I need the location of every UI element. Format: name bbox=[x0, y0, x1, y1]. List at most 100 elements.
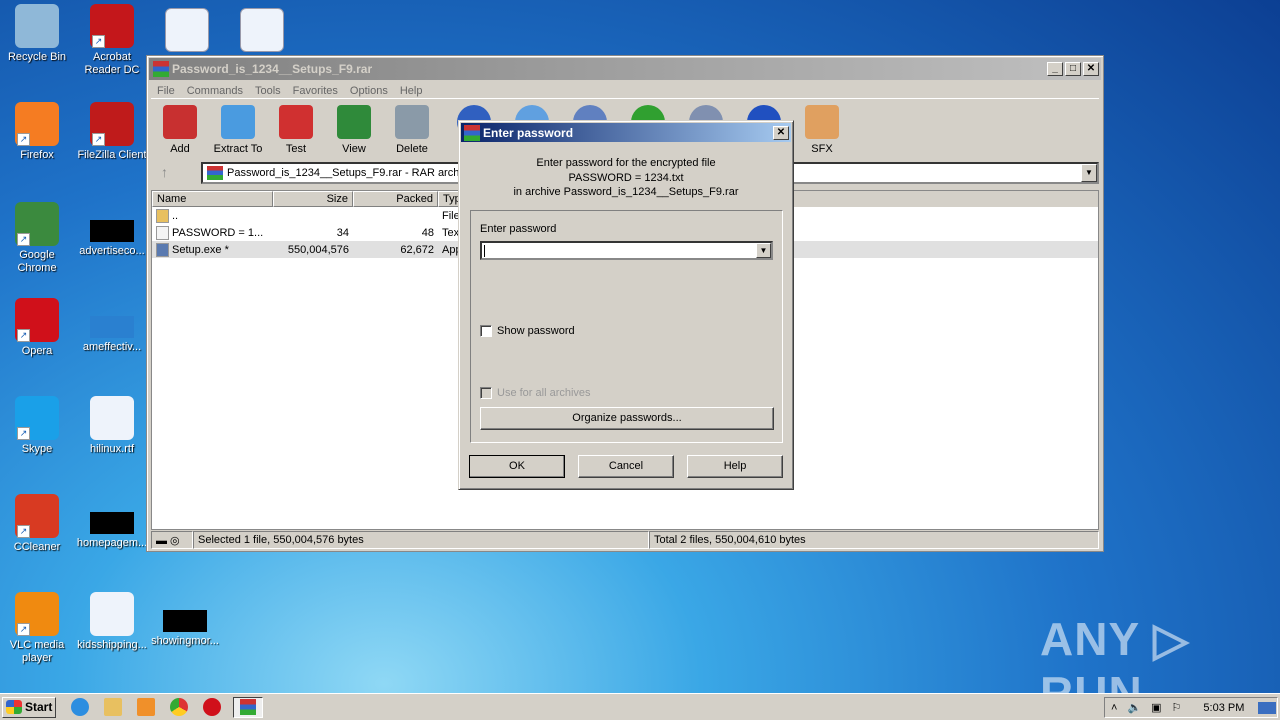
file-name-cell: PASSWORD = 1... bbox=[152, 225, 273, 240]
menu-commands[interactable]: Commands bbox=[181, 85, 249, 97]
desktop-icon[interactable]: ↗ Skype bbox=[0, 396, 74, 456]
organize-passwords-button[interactable]: Organize passwords... bbox=[480, 407, 774, 430]
desktop-word-icon[interactable] bbox=[225, 8, 299, 55]
start-button[interactable]: Start bbox=[2, 696, 56, 718]
toolbar-button[interactable]: SFX bbox=[793, 99, 851, 158]
desktop-icon-label: advertiseco... bbox=[79, 245, 145, 257]
file-name: Setup.exe * bbox=[172, 243, 229, 256]
taskbar: Start ˄ 🔈 ▣ ⚐ 5:03 PM bbox=[0, 693, 1280, 720]
ok-button[interactable]: OK bbox=[469, 455, 565, 478]
menu-favorites[interactable]: Favorites bbox=[287, 85, 344, 97]
column-header-packed[interactable]: Packed bbox=[353, 191, 438, 207]
extract-folder-icon bbox=[221, 105, 255, 139]
desktop-icon[interactable]: ameffectiv... bbox=[75, 298, 149, 354]
winrar-icon bbox=[240, 699, 256, 715]
volume-icon[interactable]: 🔈 bbox=[1127, 701, 1141, 714]
toolbar-button[interactable]: Delete bbox=[383, 99, 441, 158]
desktop-icon[interactable]: ↗ CCleaner bbox=[0, 494, 74, 554]
acrobat-icon: ↗ bbox=[90, 4, 134, 48]
toolbar-button-label: Extract To bbox=[213, 143, 263, 155]
desktop-icon[interactable]: advertiseco... bbox=[75, 202, 149, 258]
toolbar-button[interactable]: View bbox=[325, 99, 383, 158]
winrar-icon bbox=[464, 124, 480, 141]
taskbar-winrar-button[interactable] bbox=[233, 696, 263, 718]
column-header-size[interactable]: Size bbox=[273, 191, 353, 207]
cancel-button[interactable]: Cancel bbox=[578, 455, 674, 478]
close-button[interactable]: ✕ bbox=[1083, 62, 1099, 76]
address-dropdown[interactable]: ▼ bbox=[1081, 164, 1097, 182]
enter-password-dialog: Enter password ✕ Enter password for the … bbox=[458, 120, 794, 490]
dialog-title-bar[interactable]: Enter password ✕ bbox=[461, 123, 791, 142]
menu-help[interactable]: Help bbox=[394, 85, 429, 97]
dialog-title: Enter password bbox=[483, 125, 574, 140]
toolbar-button[interactable]: Extract To bbox=[209, 99, 267, 158]
ie-icon[interactable] bbox=[71, 698, 89, 716]
desktop-icon[interactable]: ↗ VLC media player bbox=[0, 592, 74, 665]
show-password-checkbox[interactable]: Show password bbox=[480, 325, 575, 337]
menu-file[interactable]: File bbox=[151, 85, 181, 97]
desktop-icon[interactable]: ↗ Acrobat Reader DC bbox=[75, 4, 149, 77]
minimize-button[interactable]: _ bbox=[1047, 62, 1063, 76]
file-name-cell: Setup.exe * bbox=[152, 242, 273, 257]
test-clipboard-icon bbox=[279, 105, 313, 139]
chrome-icon[interactable] bbox=[170, 698, 188, 716]
password-history-dropdown[interactable]: ▼ bbox=[756, 243, 771, 258]
desktop-word-icon[interactable] bbox=[150, 8, 224, 55]
menu-tools[interactable]: Tools bbox=[249, 85, 287, 97]
desktop-icon[interactable]: ↗ Firefox bbox=[0, 102, 74, 162]
menu-options[interactable]: Options bbox=[344, 85, 394, 97]
firefox-icon: ↗ bbox=[15, 102, 59, 146]
desktop-icon-label: Google Chrome bbox=[17, 249, 57, 274]
winrar-icon bbox=[153, 61, 169, 77]
opera-icon[interactable] bbox=[203, 698, 221, 716]
maximize-button[interactable]: □ bbox=[1065, 62, 1081, 76]
shortcut-arrow-icon: ↗ bbox=[17, 233, 30, 246]
shortcut-arrow-icon: ↗ bbox=[92, 133, 105, 146]
clock[interactable]: 5:03 PM bbox=[1203, 702, 1244, 714]
file-name: .. bbox=[172, 209, 179, 222]
desktop-icon[interactable]: homepagem... bbox=[75, 494, 149, 550]
network-warning-icon[interactable]: ▣ bbox=[1151, 701, 1161, 714]
desktop-icon[interactable]: showingmor... bbox=[148, 592, 222, 648]
desktop-icon[interactable]: hilinux.rtf bbox=[75, 396, 149, 456]
system-tray: ˄ 🔈 ▣ ⚐ 5:03 PM bbox=[1104, 697, 1278, 718]
message-line: Enter password for the encrypted file bbox=[536, 157, 716, 169]
dialog-close-button[interactable]: ✕ bbox=[773, 125, 789, 140]
help-button[interactable]: Help bbox=[687, 455, 783, 478]
desktop-icon-label: Acrobat Reader DC bbox=[84, 51, 140, 76]
password-input[interactable]: ▼ bbox=[480, 241, 773, 260]
column-header-name[interactable]: Name bbox=[152, 191, 273, 207]
media-player-icon[interactable] bbox=[137, 698, 155, 716]
explorer-icon[interactable] bbox=[104, 698, 122, 716]
shortcut-arrow-icon: ↗ bbox=[17, 623, 30, 636]
toolbar-button-label: SFX bbox=[811, 143, 833, 155]
dialog-message: Enter password for the encrypted file PA… bbox=[459, 156, 793, 200]
word-doc-icon bbox=[90, 592, 134, 636]
file-size: 34 bbox=[336, 226, 349, 239]
delete-trash-icon bbox=[395, 105, 429, 139]
desktop-icon[interactable]: kidsshipping... bbox=[75, 592, 149, 652]
ccleaner-icon: ↗ bbox=[15, 494, 59, 538]
show-desktop-icon[interactable] bbox=[1258, 701, 1277, 714]
desktop-icon[interactable]: ↗ Google Chrome bbox=[0, 202, 74, 275]
message-line: in archive Password_is_1234__Setups_F9.r… bbox=[513, 186, 739, 198]
opera-icon: ↗ bbox=[15, 298, 59, 342]
status-bar: ▬ ◎ Selected 1 file, 550,004,576 bytes T… bbox=[151, 531, 1099, 549]
password-label: Enter password bbox=[480, 223, 557, 235]
desktop-icon[interactable]: Recycle Bin bbox=[0, 4, 74, 64]
file-icon bbox=[90, 512, 134, 534]
shortcut-arrow-icon: ↗ bbox=[17, 133, 30, 146]
file-name: PASSWORD = 1... bbox=[172, 226, 264, 239]
desktop-icon[interactable]: ↗ FileZilla Client bbox=[75, 102, 149, 162]
show-hidden-icons[interactable]: ˄ bbox=[1111, 702, 1117, 714]
up-arrow-icon[interactable]: ↑ bbox=[161, 164, 168, 180]
toolbar-button[interactable]: Test bbox=[267, 99, 325, 158]
rar-icon bbox=[207, 166, 223, 180]
password-group: Enter password ▼ Show password Use for a… bbox=[470, 210, 783, 443]
desktop-icon-label: hilinux.rtf bbox=[89, 443, 135, 455]
desktop-icon[interactable]: ↗ Opera bbox=[0, 298, 74, 358]
action-center-flag-icon[interactable]: ⚐ bbox=[1172, 701, 1182, 714]
toolbar-button[interactable]: Add bbox=[151, 99, 209, 158]
title-bar[interactable]: Password_is_1234__Setups_F9.rar _ □ ✕ bbox=[149, 58, 1101, 80]
desktop-icon-label: homepagem... bbox=[76, 537, 148, 549]
